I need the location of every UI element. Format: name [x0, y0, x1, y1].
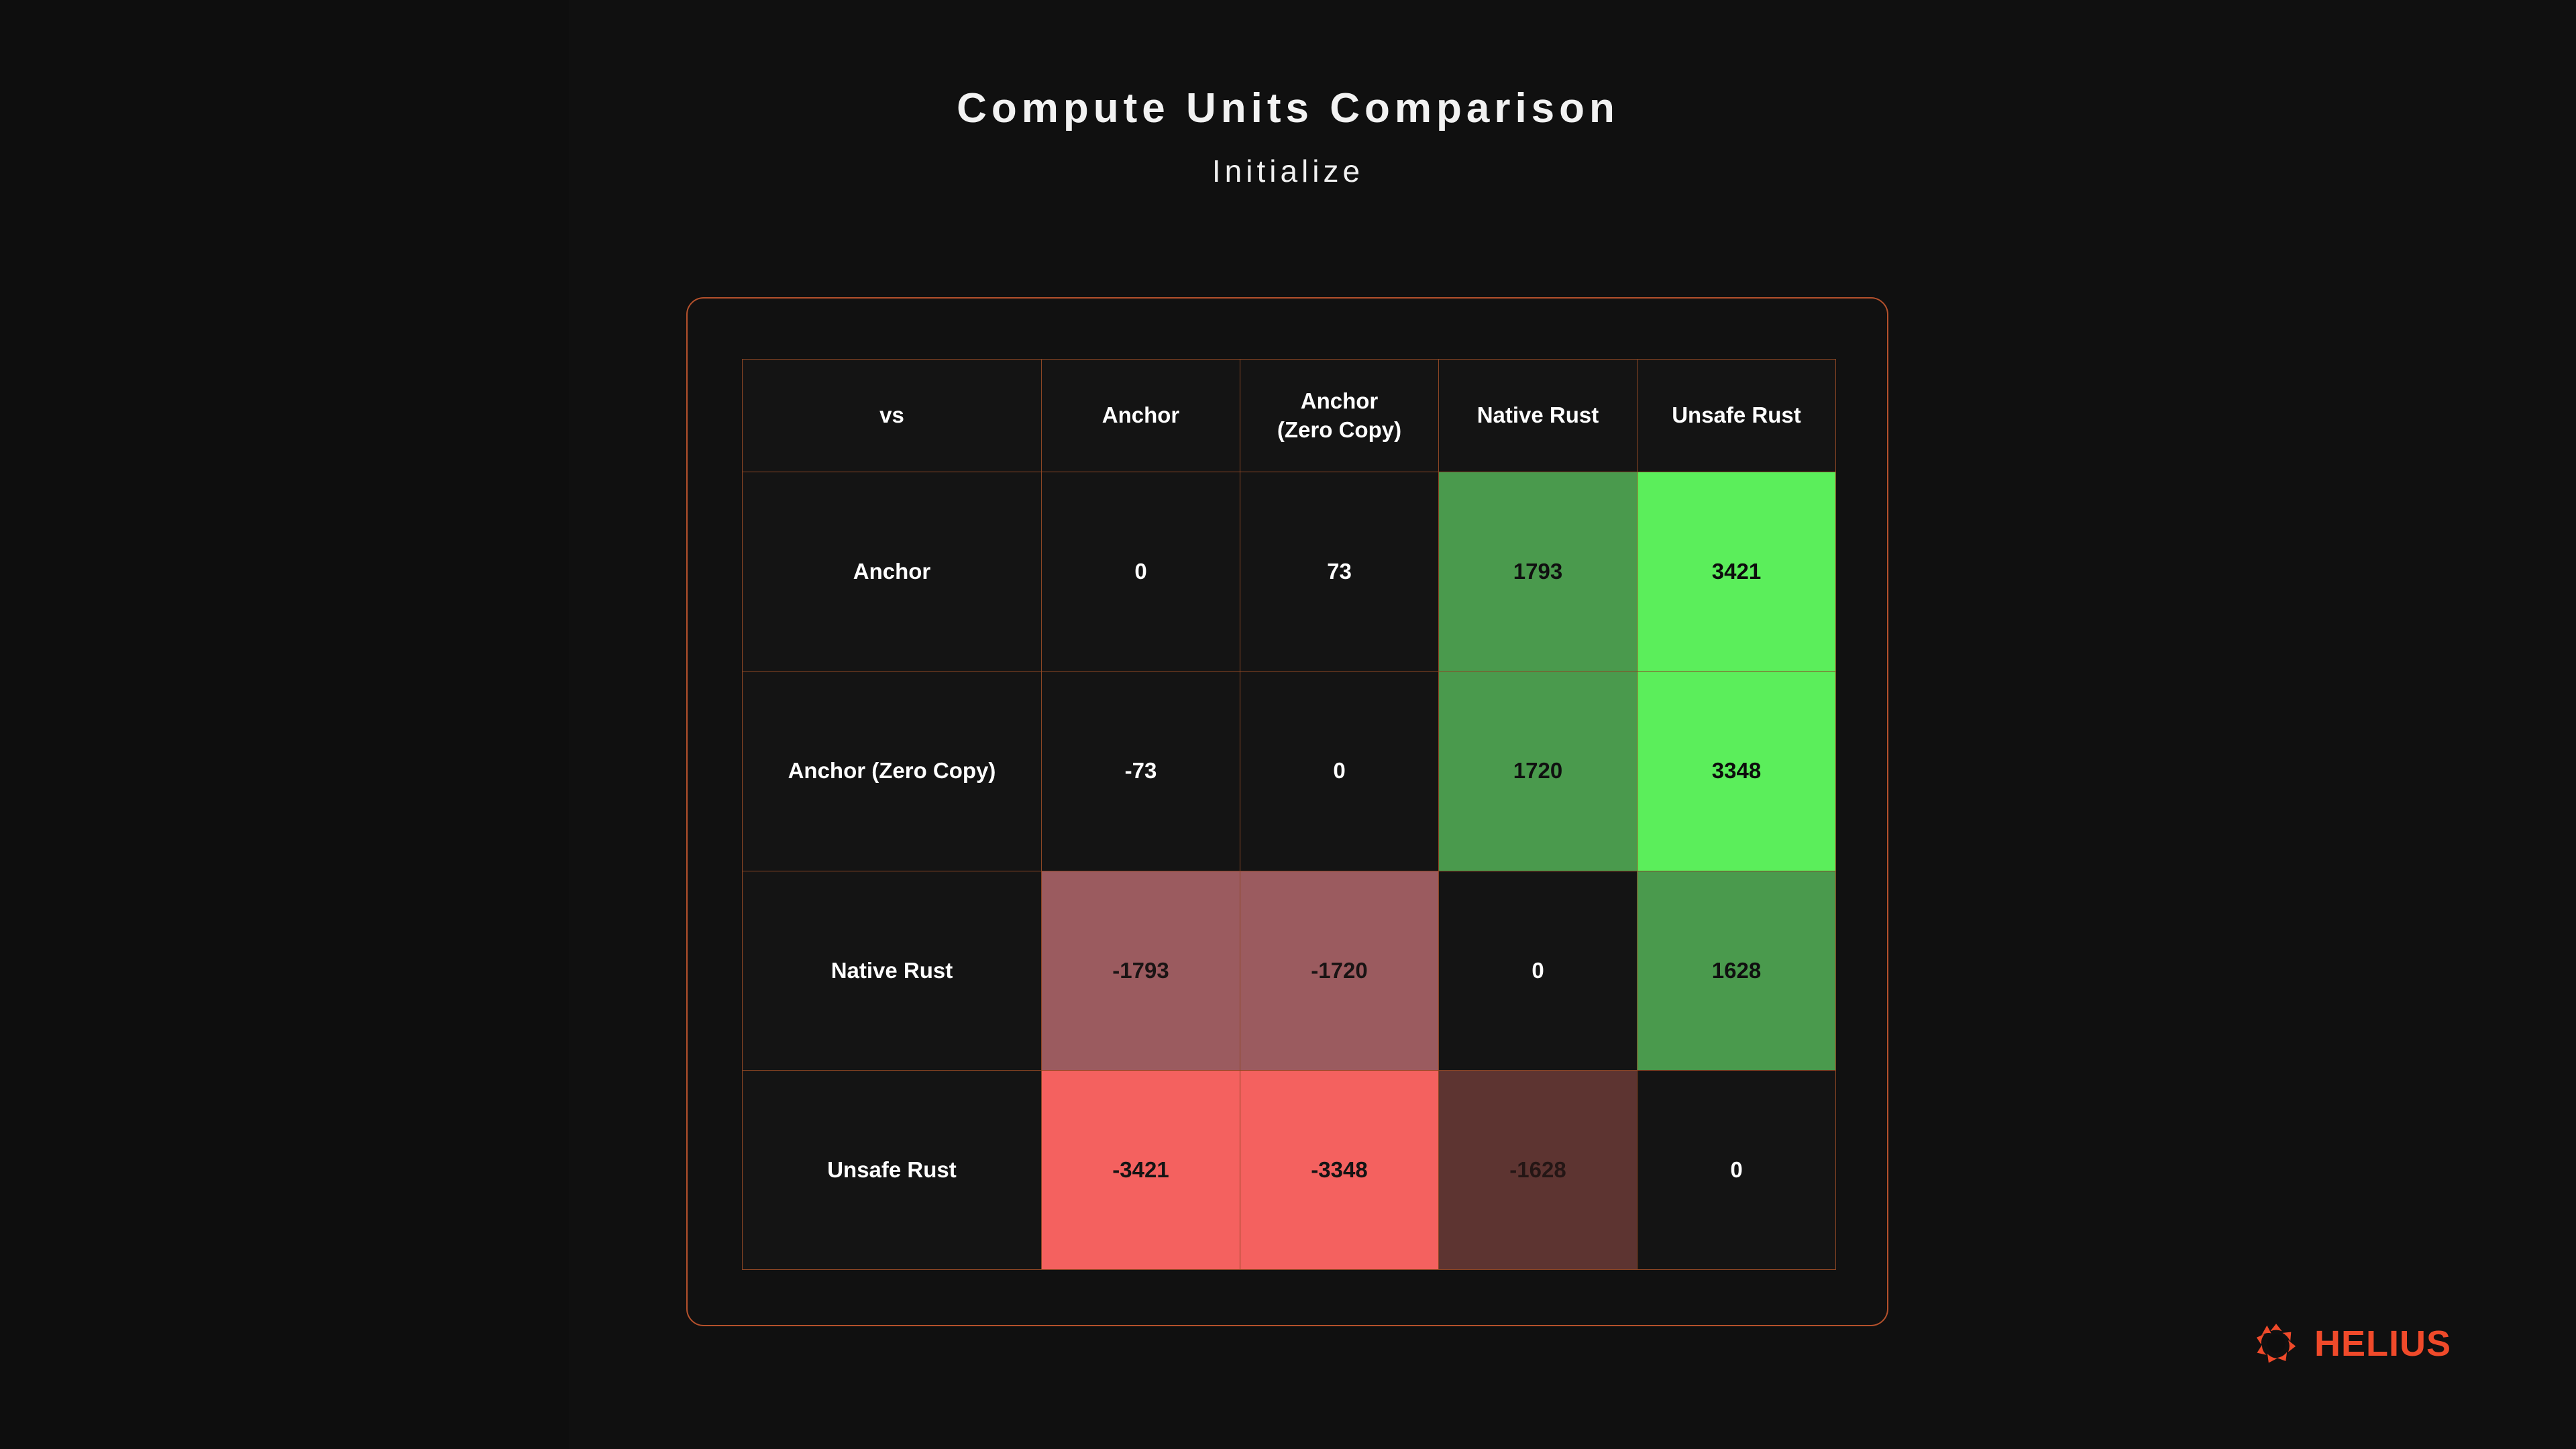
cell-unsaferust-nativerust: -1628: [1438, 1069, 1638, 1271]
column-header-vs: vs: [742, 359, 1042, 472]
cell-anchorzerocopy-nativerust: 1720: [1438, 671, 1638, 871]
table-body: Anchor 0 73 1793 3421 Anchor (Zero Copy)…: [742, 471, 1836, 1271]
comparison-matrix-table: vs Anchor Anchor (Zero Copy) Native Rust…: [742, 359, 1836, 1271]
column-header-line1: vs: [879, 402, 904, 428]
column-header-line1: Unsafe Rust: [1672, 402, 1801, 428]
cell-unsaferust-anchorzerocopy: -3348: [1240, 1069, 1439, 1271]
page-subtitle: Initialize: [1212, 154, 1364, 189]
cell-nativerust-unsaferust: 1628: [1637, 870, 1836, 1071]
cell-anchor-unsaferust: 3421: [1637, 471, 1836, 672]
cell-unsaferust-anchor: -3421: [1041, 1069, 1240, 1271]
title-block: Compute Units Comparison Initialize: [0, 85, 2576, 189]
row-header-anchor-zero-copy: Anchor (Zero Copy): [742, 671, 1042, 871]
cell-anchor-anchor: 0: [1041, 471, 1240, 672]
helius-wordmark: HELIUS: [2314, 1324, 2452, 1364]
column-header-line2: (Zero Copy): [1277, 417, 1402, 442]
column-header-unsafe-rust: Unsafe Rust: [1637, 359, 1836, 472]
cell-anchorzerocopy-unsaferust: 3348: [1637, 671, 1836, 871]
column-header-line1: Anchor: [1102, 402, 1180, 428]
cell-anchor-anchorzerocopy: 73: [1240, 471, 1439, 672]
table-row: Unsafe Rust -3421 -3348 -1628 0: [742, 1069, 1836, 1271]
cell-anchorzerocopy-anchor: -73: [1041, 671, 1240, 871]
column-header-anchor-zero-copy: Anchor (Zero Copy): [1240, 359, 1439, 472]
row-header-unsafe-rust: Unsafe Rust: [742, 1069, 1042, 1271]
slide-canvas: Compute Units Comparison Initialize vs A…: [0, 0, 2576, 1449]
column-header-anchor: Anchor: [1041, 359, 1240, 472]
table-header-row: vs Anchor Anchor (Zero Copy) Native Rust…: [742, 359, 1836, 472]
cell-nativerust-nativerust: 0: [1438, 870, 1638, 1071]
row-header-native-rust: Native Rust: [742, 870, 1042, 1071]
cell-anchorzerocopy-anchorzerocopy: 0: [1240, 671, 1439, 871]
row-header-anchor: Anchor: [742, 471, 1042, 672]
column-header-line1: Anchor: [1300, 388, 1379, 414]
table-row: Anchor 0 73 1793 3421: [742, 471, 1836, 672]
cell-nativerust-anchorzerocopy: -1720: [1240, 870, 1439, 1071]
column-header-native-rust: Native Rust: [1438, 359, 1638, 472]
cell-nativerust-anchor: -1793: [1041, 870, 1240, 1071]
column-header-line1: Native Rust: [1477, 402, 1599, 428]
helius-logo: HELIUS: [2255, 1323, 2451, 1364]
cell-anchor-nativerust: 1793: [1438, 471, 1638, 672]
table-row: Native Rust -1793 -1720 0 1628: [742, 870, 1836, 1071]
table-row: Anchor (Zero Copy) -73 0 1720 3348: [742, 671, 1836, 871]
helius-sun-icon: [2256, 1324, 2296, 1363]
table-header: vs Anchor Anchor (Zero Copy) Native Rust…: [742, 359, 1836, 472]
page-title: Compute Units Comparison: [957, 85, 1619, 131]
cell-unsaferust-unsaferust: 0: [1637, 1069, 1836, 1271]
